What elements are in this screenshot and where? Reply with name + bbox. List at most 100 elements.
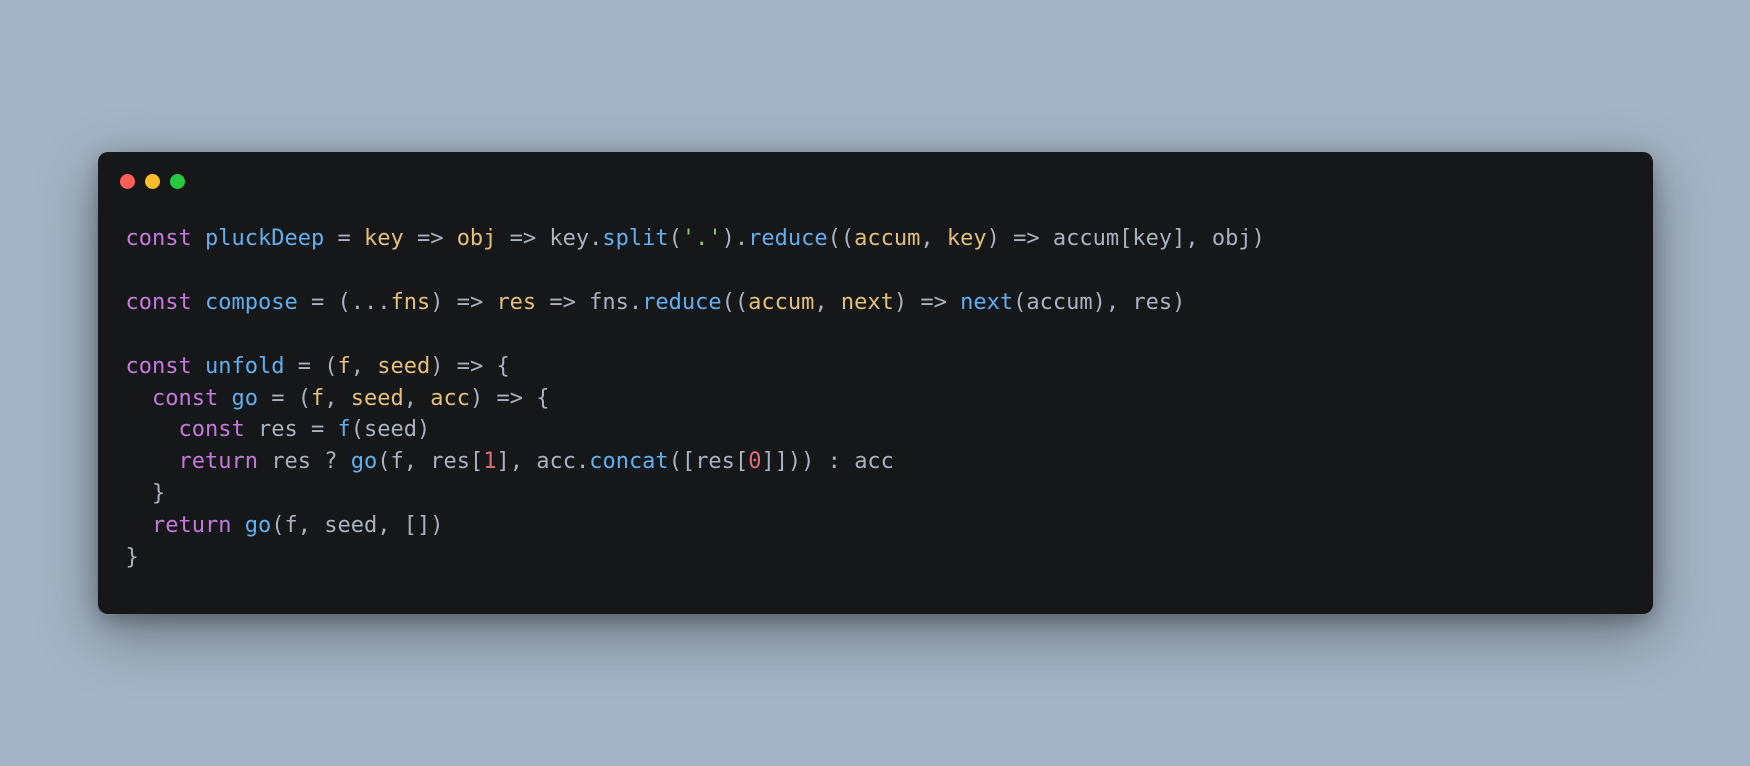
close-icon[interactable] (120, 174, 135, 189)
code-token: ([ (669, 449, 696, 474)
code-token: fns (589, 290, 629, 315)
zoom-icon[interactable] (170, 174, 185, 189)
code-token: ( (271, 513, 284, 538)
code-token: (( (722, 290, 749, 315)
code-token: const (126, 226, 205, 251)
code-editor[interactable]: const pluckDeep = key => obj => key.spli… (98, 199, 1653, 586)
code-token: ])) (775, 449, 815, 474)
code-token: , (404, 449, 431, 474)
code-token: ) (722, 226, 735, 251)
code-token: ] (496, 449, 509, 474)
code-token: = (298, 417, 338, 442)
code-token: : (814, 449, 854, 474)
code-token: res (496, 290, 536, 315)
code-token: return (152, 513, 245, 538)
code-token: ) (430, 513, 443, 538)
code-token: ) (417, 417, 430, 442)
code-token: accum (1026, 290, 1092, 315)
code-token: => (536, 290, 589, 315)
code-token: res (430, 449, 470, 474)
code-token: next (960, 290, 1013, 315)
code-token: [ (1119, 226, 1132, 251)
code-token: ] (761, 449, 774, 474)
code-token: ) (1252, 226, 1265, 251)
window-titlebar (98, 152, 1653, 199)
code-token: ( (337, 290, 350, 315)
code-token: . (589, 226, 602, 251)
code-token: = (324, 226, 364, 251)
code-token: go (245, 513, 272, 538)
code-token: => (443, 354, 496, 379)
code-token (126, 417, 179, 442)
code-token: = (258, 386, 298, 411)
code-token: ( (351, 417, 364, 442)
code-token: ) => (987, 226, 1053, 251)
code-token: go (231, 386, 258, 411)
code-token: acc (536, 449, 576, 474)
code-token: } (126, 545, 139, 570)
code-token: res (258, 417, 298, 442)
code-token: } (126, 481, 166, 506)
code-token: , (404, 386, 431, 411)
code-token: = (284, 354, 324, 379)
code-token: ) (430, 290, 443, 315)
code-token: reduce (748, 226, 827, 251)
code-token: , (814, 290, 841, 315)
code-token: seed (351, 386, 404, 411)
code-token: { (536, 386, 549, 411)
code-token: ) (1093, 290, 1106, 315)
code-token: [ (470, 449, 483, 474)
code-token: res (695, 449, 735, 474)
code-token: . (735, 226, 748, 251)
code-token: ... (351, 290, 391, 315)
code-token: [] (404, 513, 431, 538)
code-token: ] (1172, 226, 1185, 251)
code-token (126, 386, 153, 411)
code-token: '.' (682, 226, 722, 251)
code-token: , (1106, 290, 1133, 315)
code-token: res (271, 449, 311, 474)
code-token: f (311, 386, 324, 411)
code-token: { (496, 354, 509, 379)
code-token: ) (1172, 290, 1185, 315)
code-token (126, 449, 179, 474)
code-token: , (298, 513, 325, 538)
code-token: seed (364, 417, 417, 442)
code-token: f (337, 354, 350, 379)
code-window: const pluckDeep = key => obj => key.spli… (98, 152, 1653, 614)
code-token: reduce (642, 290, 721, 315)
code-token: ) (430, 354, 443, 379)
code-token: key (549, 226, 589, 251)
code-token: . (629, 290, 642, 315)
code-token: const (126, 290, 205, 315)
code-token: f (390, 449, 403, 474)
code-token: acc (430, 386, 470, 411)
code-token: ( (669, 226, 682, 251)
code-token: ( (324, 354, 337, 379)
code-token: next (841, 290, 894, 315)
code-token: key (1132, 226, 1172, 251)
code-token: 0 (748, 449, 761, 474)
code-token: res (1132, 290, 1172, 315)
minimize-icon[interactable] (145, 174, 160, 189)
code-token: concat (589, 449, 668, 474)
code-token: const (126, 354, 205, 379)
code-token: ( (298, 386, 311, 411)
code-token (126, 513, 153, 538)
code-token: accum (1053, 226, 1119, 251)
code-token: seed (377, 354, 430, 379)
code-token: => (496, 226, 549, 251)
code-token: split (602, 226, 668, 251)
code-token: (( (828, 226, 855, 251)
code-token: go (351, 449, 378, 474)
code-token: , (377, 513, 404, 538)
code-token: [ (735, 449, 748, 474)
code-token: ) => (894, 290, 960, 315)
code-token: ? (311, 449, 351, 474)
code-token: ( (1013, 290, 1026, 315)
code-token: , (1185, 226, 1212, 251)
code-token: = (298, 290, 338, 315)
code-token: unfold (205, 354, 284, 379)
code-token: 1 (483, 449, 496, 474)
code-token: ( (377, 449, 390, 474)
